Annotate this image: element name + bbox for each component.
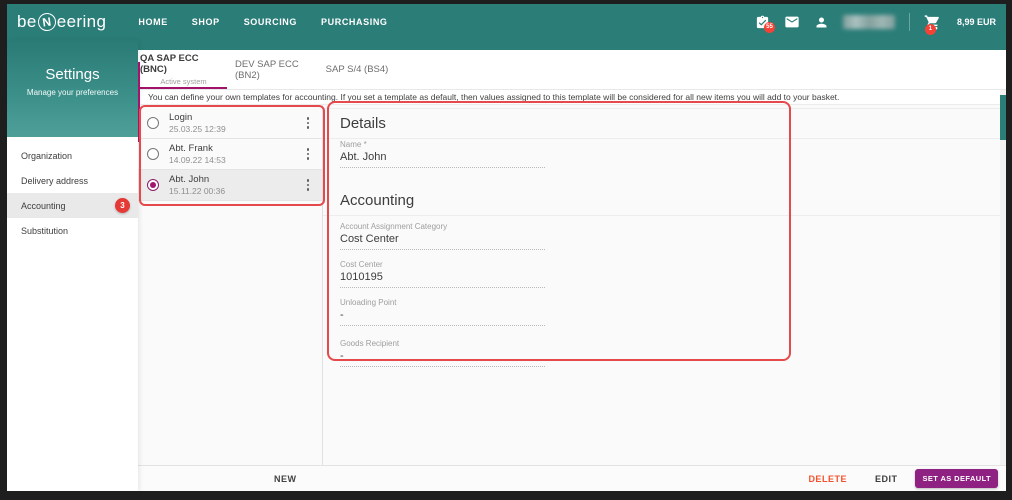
tab-sap-s4-bs4[interactable]: SAP S/4 (BS4) [323, 50, 391, 89]
new-button[interactable]: NEW [266, 466, 305, 491]
logo-n-circle: N [36, 11, 57, 33]
cart-button[interactable]: 1 [924, 14, 941, 35]
beneering-logo[interactable]: be N eering [17, 11, 107, 33]
logo-text-prefix: be [17, 12, 37, 31]
accounting-count-badge: 3 [115, 198, 130, 213]
app-window: be N eering HOME SHOP SOURCING PURCHASIN… [7, 4, 1006, 491]
field-unloading-point: Unloading Point - [340, 298, 780, 326]
field-value: - [340, 350, 545, 367]
template-list: Login 25.03.25 12:39 Abt. Frank 14.09.22… [138, 108, 322, 201]
kebab-menu-icon[interactable] [304, 116, 313, 130]
settings-nav: Organization Delivery address Accounting… [7, 143, 138, 243]
edit-button[interactable]: EDIT [875, 474, 898, 484]
template-row-login[interactable]: Login 25.03.25 12:39 [138, 108, 322, 139]
name-field-value: Abt. John [340, 151, 545, 168]
navbar-divider [908, 13, 910, 31]
field-label: Unloading Point [340, 298, 397, 307]
template-timestamp: 25.03.25 12:39 [169, 124, 226, 134]
field-value: - [340, 309, 545, 326]
menu-item-purchasing[interactable]: PURCHASING [321, 17, 388, 27]
kebab-menu-icon[interactable] [304, 178, 313, 192]
tab-qa-sap-ecc-bnc[interactable]: QA SAP ECC (BNC) Active system [140, 50, 227, 89]
info-text: You can define your own templates for ac… [148, 92, 840, 102]
template-name: Abt. Frank [169, 143, 213, 154]
sidebar-item-label: Organization [21, 150, 73, 161]
active-tab-underline [140, 87, 227, 89]
scrollbar-track[interactable] [1000, 90, 1006, 465]
tab-label: DEV SAP ECC (BN2) [235, 58, 299, 81]
menu-item-shop[interactable]: SHOP [192, 17, 220, 27]
menu-item-sourcing[interactable]: SOURCING [244, 17, 297, 27]
sidebar-item-label: Delivery address [21, 175, 89, 186]
navbar-right-icons: 55 1 8,99 EUR [755, 4, 996, 40]
teal-top-strip [138, 40, 1006, 50]
settings-sidebar: Settings Manage your preferences Organiz… [7, 40, 140, 491]
template-timestamp: 14.09.22 14:53 [169, 155, 226, 165]
field-label: Cost Center [340, 260, 383, 269]
user-account-icon[interactable] [814, 15, 829, 30]
sidebar-item-label: Substitution [21, 225, 69, 236]
sidebar-item-substitution[interactable]: Substitution [7, 218, 138, 243]
tab-dev-sap-ecc-bn2[interactable]: DEV SAP ECC (BN2) [235, 50, 313, 89]
action-bar-right: DELETE EDIT SET AS DEFAULT [808, 466, 998, 491]
scrollbar-thumb[interactable] [1000, 95, 1006, 140]
sidebar-item-delivery-address[interactable]: Delivery address [7, 168, 138, 193]
page-subtitle: Manage your preferences [26, 88, 119, 97]
field-value: 1010195 [340, 271, 545, 288]
sidebar-accent-line [138, 62, 140, 142]
template-name: Abt. John [169, 174, 210, 185]
kebab-menu-icon[interactable] [304, 147, 313, 161]
user-name-redacted [842, 15, 895, 29]
sidebar-item-accounting[interactable]: Accounting 3 [7, 193, 138, 218]
approvals-count-badge: 55 [763, 21, 775, 33]
radio-unchecked-icon[interactable] [147, 148, 159, 160]
accounting-heading: Accounting [340, 192, 415, 209]
radio-unchecked-icon[interactable] [147, 117, 159, 129]
cart-total[interactable]: 8,99 EUR [957, 17, 996, 27]
template-row-abt-john[interactable]: Abt. John 15.11.22 00:36 [138, 170, 322, 201]
person-icon [816, 17, 827, 27]
main-menu: HOME SHOP SOURCING PURCHASING [138, 17, 387, 27]
tab-label: QA SAP ECC (BNC) [140, 53, 199, 75]
field-cost-center: Cost Center 1010195 [340, 260, 780, 288]
messages-icon[interactable] [784, 14, 800, 30]
top-navbar: be N eering HOME SHOP SOURCING PURCHASIN… [7, 4, 1006, 40]
tab-sublabel: Active system [160, 77, 207, 86]
sidebar-item-organization[interactable]: Organization [7, 143, 138, 168]
field-account-assignment-category: Account Assignment Category Cost Center [340, 222, 780, 250]
template-row-abt-frank[interactable]: Abt. Frank 14.09.22 14:53 [138, 139, 322, 170]
field-goods-recipient: Goods Recipient - [340, 339, 780, 367]
logo-text-suffix: eering [56, 12, 107, 31]
action-bar: NEW DELETE EDIT SET AS DEFAULT [138, 465, 1006, 491]
mail-envelope-icon [785, 16, 799, 28]
template-name: Login [169, 112, 193, 123]
field-label: Goods Recipient [340, 339, 400, 348]
page-title: Settings [45, 66, 100, 83]
cart-count-badge: 1 [924, 23, 936, 35]
info-bar: You can define your own templates for ac… [138, 90, 1006, 105]
template-timestamp: 15.11.22 00:36 [169, 186, 226, 196]
field-label: Account Assignment Category [340, 222, 448, 231]
system-tabbar: QA SAP ECC (BNC) Active system DEV SAP E… [138, 50, 1006, 90]
tab-label: SAP S/4 (BS4) [325, 64, 389, 75]
set-as-default-button[interactable]: SET AS DEFAULT [915, 469, 998, 488]
menu-item-home[interactable]: HOME [138, 17, 167, 27]
details-heading: Details [340, 115, 386, 132]
approvals-icon[interactable]: 55 [755, 15, 775, 33]
name-field-label: Name * [340, 140, 367, 149]
main-content: QA SAP ECC (BNC) Active system DEV SAP E… [138, 40, 1006, 491]
details-panel: Details Name * Abt. John Accounting Acco… [340, 105, 780, 367]
list-details-divider [322, 105, 323, 491]
radio-checked-icon[interactable] [147, 179, 159, 191]
sidebar-item-label: Accounting [21, 200, 66, 211]
delete-button[interactable]: DELETE [808, 474, 847, 484]
field-value: Cost Center [340, 233, 545, 250]
settings-header: Settings Manage your preferences [7, 40, 138, 137]
screenshot-frame: be N eering HOME SHOP SOURCING PURCHASIN… [0, 0, 1012, 500]
